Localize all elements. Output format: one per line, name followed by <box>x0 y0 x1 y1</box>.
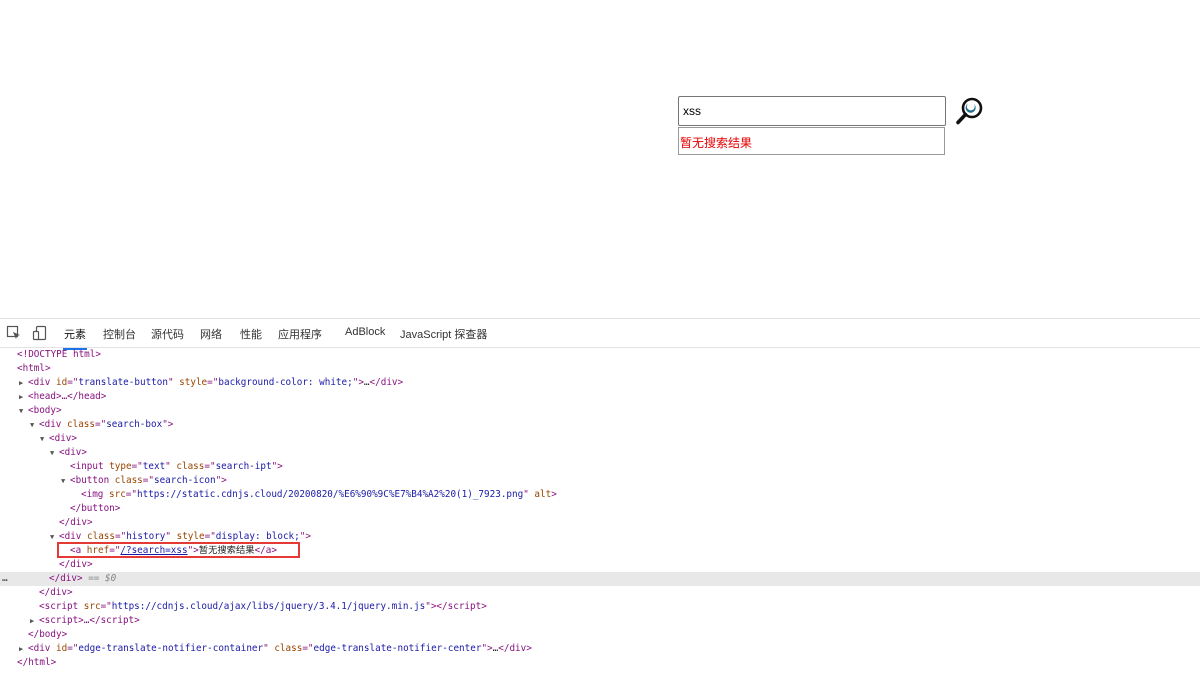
search-input[interactable] <box>678 96 946 126</box>
devtools-toolbar: 元素 控制台 源代码 网络 性能 应用程序 AdBlock JavaScript… <box>0 319 1200 350</box>
collapse-triangle-icon[interactable]: ▼ <box>61 474 65 488</box>
dom-line[interactable]: <!DOCTYPE html> <box>0 348 1200 362</box>
more-options-icon[interactable]: … <box>2 572 8 586</box>
dom-line[interactable]: <input type="text" class="search-ipt"> <box>0 460 1200 474</box>
tab-sources[interactable]: 源代码 <box>151 326 184 342</box>
dom-line[interactable]: </div> <box>0 586 1200 600</box>
device-toolbar-icon[interactable] <box>32 325 48 341</box>
collapse-triangle-icon[interactable]: ▼ <box>30 418 34 432</box>
dom-line[interactable]: </body> <box>0 628 1200 642</box>
highlight-box <box>57 542 300 558</box>
dom-line[interactable]: </button> <box>0 502 1200 516</box>
page-content: 暂无搜索结果 <box>0 0 1200 318</box>
dom-line[interactable]: ▼ <div class="search-box"> <box>0 418 1200 432</box>
tab-js-profiler[interactable]: JavaScript 探查器 <box>400 326 487 342</box>
dom-line[interactable]: ▶ <div id="translate-button" style="back… <box>0 376 1200 390</box>
dom-line[interactable]: </div> <box>0 558 1200 572</box>
dom-line[interactable]: ▶ <head>…</head> <box>0 390 1200 404</box>
inspect-element-icon[interactable] <box>6 325 22 341</box>
search-history: 暂无搜索结果 <box>678 127 945 155</box>
collapse-triangle-icon[interactable]: ▼ <box>40 432 44 446</box>
dom-line[interactable]: <img src="https://static.cdnjs.cloud/202… <box>0 488 1200 502</box>
dom-line[interactable]: ▼ <button class="search-icon"> <box>0 474 1200 488</box>
collapse-triangle-icon[interactable]: ▼ <box>50 446 54 460</box>
collapse-triangle-icon[interactable]: ▼ <box>50 530 54 544</box>
expand-triangle-icon[interactable]: ▶ <box>19 390 23 404</box>
dom-line[interactable]: <script src="https://cdnjs.cloud/ajax/li… <box>0 600 1200 614</box>
tab-performance[interactable]: 性能 <box>240 326 262 342</box>
dom-tree: <!DOCTYPE html> <html> ▶ <div id="transl… <box>0 348 1200 687</box>
expand-triangle-icon[interactable]: ▶ <box>19 376 23 390</box>
expand-triangle-icon[interactable]: ▶ <box>30 614 34 628</box>
no-result-link[interactable]: 暂无搜索结果 <box>680 134 752 151</box>
collapse-triangle-icon[interactable]: ▼ <box>19 404 23 418</box>
dom-line[interactable]: <html> <box>0 362 1200 376</box>
dom-line[interactable]: ▶ <script>…</script> <box>0 614 1200 628</box>
search-button[interactable] <box>954 96 986 126</box>
tab-adblock[interactable]: AdBlock <box>345 326 385 338</box>
dom-line[interactable]: ▶ <div id="edge-translate-notifier-conta… <box>0 642 1200 656</box>
dom-line[interactable]: </html> <box>0 656 1200 670</box>
tab-console[interactable]: 控制台 <box>103 326 136 342</box>
tab-network[interactable]: 网络 <box>200 326 222 342</box>
dom-line[interactable]: ▼ <div> <box>0 432 1200 446</box>
dom-line-selected[interactable]: … </div> == $0 <box>0 572 1200 586</box>
expand-triangle-icon[interactable]: ▶ <box>19 642 23 656</box>
devtools-panel: 元素 控制台 源代码 网络 性能 应用程序 AdBlock JavaScript… <box>0 318 1200 687</box>
tab-elements[interactable]: 元素 <box>63 326 87 350</box>
dom-line[interactable]: </div> <box>0 516 1200 530</box>
dom-line[interactable]: ▼ <body> <box>0 404 1200 418</box>
dom-line[interactable]: ▼ <div> <box>0 446 1200 460</box>
magnifier-icon <box>956 97 983 125</box>
tab-application[interactable]: 应用程序 <box>278 326 322 342</box>
